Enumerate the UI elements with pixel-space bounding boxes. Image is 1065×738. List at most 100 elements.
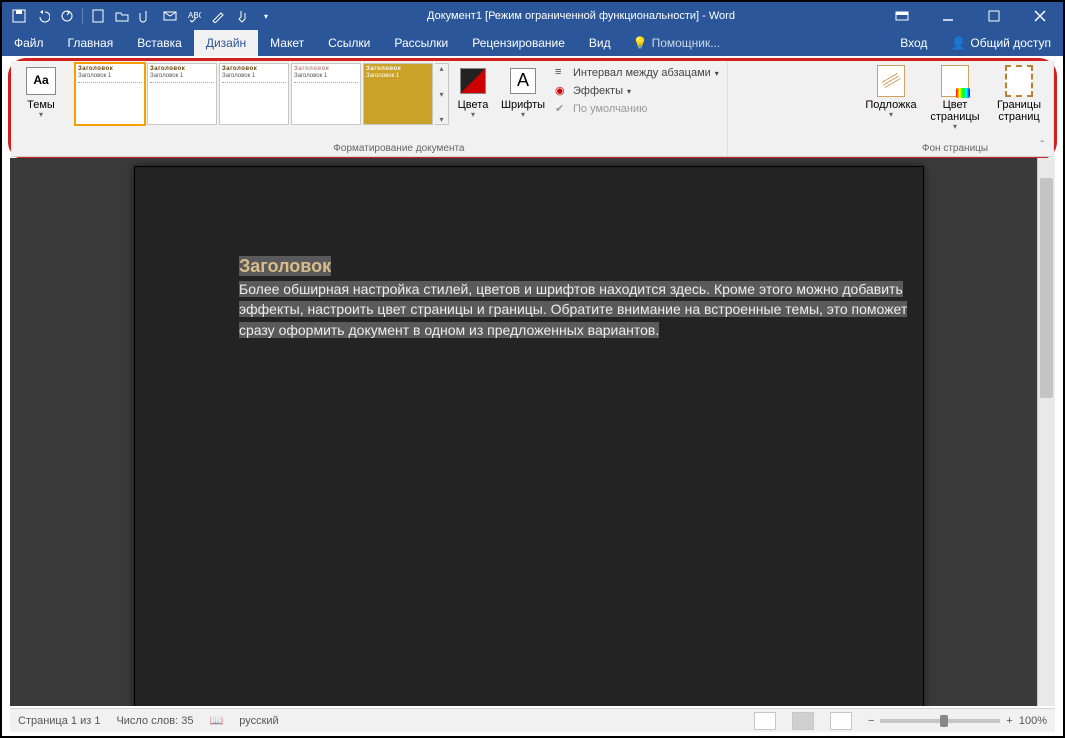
doc-body[interactable]: Более обширная настройка стилей, цветов … [239,279,919,340]
share-button[interactable]: 👤 Общий доступ [939,30,1063,56]
set-default-button[interactable]: ✔ По умолчанию [551,101,723,117]
ribbon-options-icon[interactable] [879,2,925,30]
gallery-scroll[interactable]: ▴ ▾ ▾ [435,63,449,125]
minimize-icon[interactable] [925,2,971,30]
web-layout-icon[interactable] [830,712,852,730]
group-themes: Aa Темы [11,61,71,156]
swatch-body: Заголовок 1 [366,73,430,80]
tab-layout[interactable]: Макет [258,30,316,56]
share-icon: 👤 [951,36,966,50]
status-page[interactable]: Страница 1 из 1 [18,715,100,727]
tab-home[interactable]: Главная [56,30,126,56]
vertical-scrollbar[interactable] [1037,158,1055,706]
swatch-body: Заголовок 1 [150,73,214,80]
ribbon-tabs: Файл Главная Вставка Дизайн Макет Ссылки… [2,30,1063,56]
tab-references[interactable]: Ссылки [316,30,382,56]
paragraph-spacing-button[interactable]: ≡Интервал между абзацами▾ [551,65,723,81]
swatch-heading: Заголовок [78,66,142,73]
group-pagebg-label: Фон страницы [861,141,1049,156]
tell-me-label: Помощник... [652,36,721,50]
collapse-ribbon-icon[interactable]: ˆ [1041,140,1044,151]
watermark-button[interactable]: Подложка [861,63,921,122]
status-words[interactable]: Число слов: 35 [116,715,193,727]
maximize-icon[interactable] [971,2,1017,30]
swatch-heading: Заголовок [294,66,358,73]
share-label: Общий доступ [970,36,1051,50]
spellcheck-icon[interactable]: ABC [183,5,205,27]
open-icon[interactable] [111,5,133,27]
swatch-body: Заголовок 1 [294,73,358,80]
style-swatch-4[interactable]: ЗаголовокЗаголовок 1 [291,63,361,125]
status-bar: Страница 1 из 1 Число слов: 35 📖 русский… [10,708,1055,732]
default-label: По умолчанию [573,103,647,115]
proofing-icon[interactable]: 📖 [210,714,224,727]
tab-insert[interactable]: Вставка [125,30,194,56]
style-swatch-5[interactable]: ЗаголовокЗаголовок 1 [363,63,433,125]
window-title: Документ1 [Режим ограниченной функционал… [283,10,879,22]
read-mode-icon[interactable] [754,712,776,730]
gallery-more-icon[interactable]: ▾ [435,115,448,124]
group-formatting: ЗаголовокЗаголовок 1 ЗаголовокЗаголовок … [71,61,728,156]
document-content[interactable]: Заголовок Более обширная настройка стиле… [239,253,919,340]
gallery-up-icon[interactable]: ▴ [435,64,448,73]
attach-icon[interactable] [135,5,157,27]
print-layout-icon[interactable] [792,712,814,730]
colors-button[interactable]: Цвета [451,63,495,122]
effects-icon: ◉ [555,84,569,98]
swatch-heading: Заголовок [222,66,286,73]
zoom-slider[interactable] [880,719,1000,723]
style-swatch-1[interactable]: ЗаголовокЗаголовок 1 [75,63,145,125]
style-gallery[interactable]: ЗаголовокЗаголовок 1 ЗаголовокЗаголовок … [75,63,449,125]
themes-icon: Aa [26,67,56,95]
page-borders-label: Границы страниц [991,99,1047,123]
close-icon[interactable] [1017,2,1063,30]
watermark-icon [877,65,905,97]
page-color-icon [941,65,969,97]
email-icon[interactable] [159,5,181,27]
gallery-down-icon[interactable]: ▾ [435,90,448,99]
style-swatch-2[interactable]: ЗаголовокЗаголовок 1 [147,63,217,125]
qat-more-icon[interactable]: ▾ [255,5,277,27]
document-page[interactable]: Заголовок Более обширная настройка стиле… [134,166,924,706]
default-icon: ✔ [555,102,569,116]
zoom-out-button[interactable]: − [868,715,874,727]
effects-label: Эффекты [573,85,623,97]
sign-in[interactable]: Вход [888,30,939,56]
redo-icon[interactable] [56,5,78,27]
new-doc-icon[interactable] [87,5,109,27]
touch-icon[interactable] [231,5,253,27]
zoom-control: − + 100% [868,715,1047,727]
tell-me[interactable]: 💡 Помощник... [623,30,731,56]
undo-icon[interactable] [32,5,54,27]
page-borders-icon [1005,65,1033,97]
bulb-icon: 💡 [633,36,648,50]
quick-access-toolbar: ABC ▾ [2,5,283,27]
group-page-background: Подложка Цвет страницы Границы страниц Ф… [857,61,1054,156]
swatch-heading: Заголовок [150,66,214,73]
zoom-level[interactable]: 100% [1019,715,1047,727]
fonts-button[interactable]: A Шрифты [497,63,549,122]
page-borders-button[interactable]: Границы страниц [989,63,1049,125]
spacing-icon: ≡ [555,66,569,80]
tab-view[interactable]: Вид [577,30,623,56]
tab-file[interactable]: Файл [2,30,56,56]
zoom-in-button[interactable]: + [1006,715,1012,727]
style-swatch-3[interactable]: ЗаголовокЗаголовок 1 [219,63,289,125]
status-language[interactable]: русский [239,715,278,727]
themes-button[interactable]: Aa Темы [15,63,67,122]
page-color-label: Цвет страницы [925,99,985,123]
document-workspace: Заголовок Более обширная настройка стиле… [10,158,1055,706]
doc-body-text: Более обширная настройка стилей, цветов … [239,281,907,338]
tab-design[interactable]: Дизайн [194,30,258,56]
doc-heading[interactable]: Заголовок [239,256,331,276]
save-icon[interactable] [8,5,30,27]
effects-button[interactable]: ◉Эффекты▾ [551,83,723,99]
svg-text:ABC: ABC [188,11,201,20]
tab-mailings[interactable]: Рассылки [382,30,460,56]
quickedit-icon[interactable] [207,5,229,27]
page-color-button[interactable]: Цвет страницы [923,63,987,134]
ribbon: Aa Темы ЗаголовокЗаголовок 1 ЗаголовокЗа… [11,61,1054,157]
tab-review[interactable]: Рецензирование [460,30,577,56]
colors-icon [460,68,486,94]
scrollbar-thumb[interactable] [1040,178,1053,398]
